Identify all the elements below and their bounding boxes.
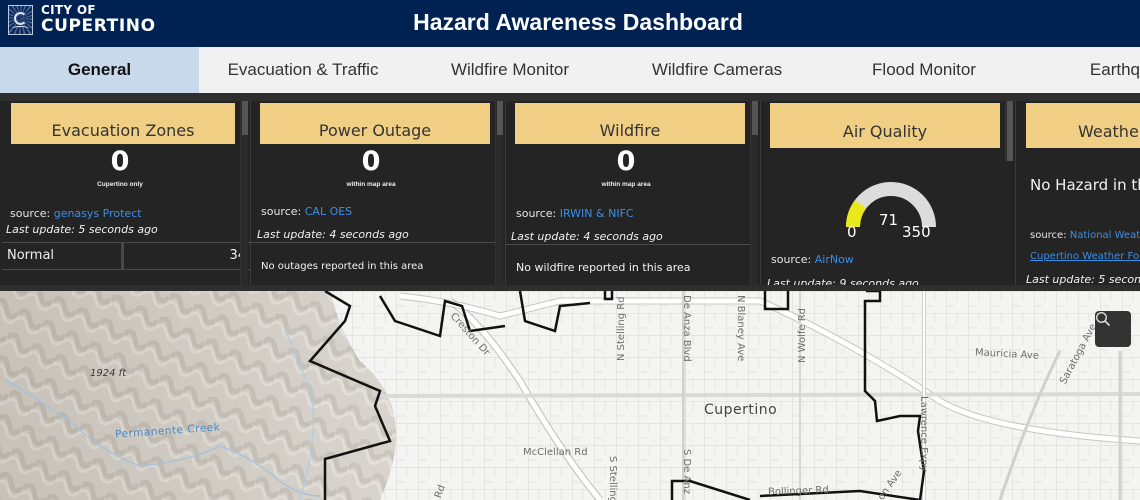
source-line: source: National Weath bbox=[1030, 230, 1140, 241]
road-label-bollinger: Bollinger Rd bbox=[767, 484, 829, 499]
tab-earthquake[interactable]: Earthq bbox=[1027, 47, 1140, 93]
card-scrollbar[interactable] bbox=[495, 101, 503, 285]
road-label-stelling-n: N Stelling Rd bbox=[616, 296, 627, 361]
last-update: Last update: 4 seconds ago bbox=[257, 228, 409, 241]
last-update: Last update: 9 seconds ago bbox=[767, 277, 919, 285]
search-icon bbox=[1095, 311, 1111, 327]
last-update: Last update: 5 seconds bbox=[1026, 273, 1140, 285]
source-line: source: IRWIN & NIFC bbox=[516, 207, 634, 220]
stevens-creek-blvd bbox=[379, 392, 1140, 398]
source-link-airnow[interactable]: AirNow bbox=[815, 253, 854, 266]
zone-status: Normal bbox=[2, 243, 124, 269]
tab-flood-monitor[interactable]: Flood Monitor bbox=[821, 47, 1027, 93]
tab-wildfire-cameras[interactable]: Wildfire Cameras bbox=[613, 47, 821, 93]
card-title: Weather bbox=[1026, 103, 1140, 148]
source-link-cal-oes[interactable]: CAL OES bbox=[305, 205, 352, 218]
hazard-map[interactable]: 1924 ft Permanente Creek Cupertino Crest… bbox=[0, 291, 1140, 500]
card-wildfire: Wildfire 0 within map area source: IRWIN… bbox=[506, 101, 761, 285]
road-label-lawrence: Lawrence Expy bbox=[918, 396, 929, 472]
wildfire-caption: within map area bbox=[601, 181, 651, 188]
cupertino-weather-link[interactable]: Cupertino Weather For bbox=[1030, 251, 1140, 262]
table-row[interactable]: Normal 34 bbox=[2, 242, 250, 270]
card-evacuation-zones: Evacuation Zones 0 Cupertino only source… bbox=[0, 101, 251, 285]
card-scrollbar[interactable] bbox=[750, 101, 758, 285]
card-scrollbar[interactable] bbox=[240, 101, 248, 285]
source-line: source: genasys Protect bbox=[10, 207, 142, 220]
road-label-deanza: De Anza Blvd bbox=[681, 295, 692, 362]
road-label-mcclellan: McClellan Rd bbox=[523, 447, 588, 458]
hazard-cards: Evacuation Zones 0 Cupertino only source… bbox=[0, 93, 1140, 291]
source-line: source: CAL OES bbox=[261, 205, 353, 218]
gauge-value: 71 bbox=[879, 211, 899, 229]
card-power-outage: Power Outage 0 within map area source: C… bbox=[251, 101, 506, 285]
map-search-button[interactable] bbox=[1095, 311, 1131, 347]
zone-count: 34 bbox=[229, 248, 246, 263]
wildfire-note: No wildfire reported in this area bbox=[516, 261, 691, 274]
outage-note: No outages reported in this area bbox=[261, 261, 424, 272]
source-line: source: AirNow bbox=[771, 253, 854, 266]
source-link-genasys[interactable]: genasys Protect bbox=[54, 207, 142, 220]
weather-message: No Hazard in thi bbox=[1030, 176, 1140, 194]
road-label-wolfe: N Wolfe Rd bbox=[797, 307, 808, 363]
card-title: Power Outage bbox=[260, 103, 490, 144]
card-scrollbar[interactable] bbox=[1005, 101, 1013, 161]
wildfire-count: 0 bbox=[616, 146, 636, 177]
tab-wildfire-monitor[interactable]: Wildfire Monitor bbox=[407, 47, 613, 93]
map-canvas bbox=[0, 291, 1140, 500]
outage-count: 0 bbox=[361, 146, 381, 177]
road-label-stelling-s: S Stelling bbox=[607, 456, 618, 500]
tab-bar: General Evacuation & Traffic Wildfire Mo… bbox=[0, 47, 1140, 93]
tab-evacuation-traffic[interactable]: Evacuation & Traffic bbox=[199, 47, 407, 93]
tab-general[interactable]: General bbox=[0, 47, 199, 93]
city-label: Cupertino bbox=[704, 402, 778, 418]
source-link-irwin-nifc[interactable]: IRWIN & NIFC bbox=[560, 207, 634, 220]
last-update: Last update: 4 seconds ago bbox=[511, 230, 663, 243]
source-link-nws[interactable]: National Weath bbox=[1070, 230, 1140, 241]
card-title: Evacuation Zones bbox=[11, 103, 235, 144]
outage-caption: within map area bbox=[346, 181, 396, 188]
card-title: Wildfire bbox=[515, 103, 745, 144]
card-weather: Weather No Hazard in thi source: Nationa… bbox=[1016, 101, 1140, 285]
card-air-quality: Air Quality 71 0 350 source: AirNow Last… bbox=[761, 101, 1016, 285]
gauge-max: 350 bbox=[902, 223, 931, 241]
last-update: Last update: 5 seconds ago bbox=[6, 223, 158, 236]
card-title: Air Quality bbox=[770, 103, 1000, 148]
page-title: Hazard Awareness Dashboard bbox=[413, 9, 743, 35]
evacuation-caption: Cupertino only bbox=[97, 181, 143, 188]
app-header: CITY OF CUPERTINO Hazard Awareness Dashb… bbox=[0, 0, 1140, 47]
road-label-blaney: N Blaney Ave bbox=[735, 295, 746, 362]
elevation-label: 1924 ft bbox=[90, 368, 127, 379]
evacuation-count: 0 bbox=[110, 146, 130, 177]
road-label-deanza-s: S De Anz bbox=[681, 449, 692, 494]
evacuation-table: Normal 34 bbox=[2, 242, 250, 285]
gauge-min: 0 bbox=[847, 223, 857, 241]
